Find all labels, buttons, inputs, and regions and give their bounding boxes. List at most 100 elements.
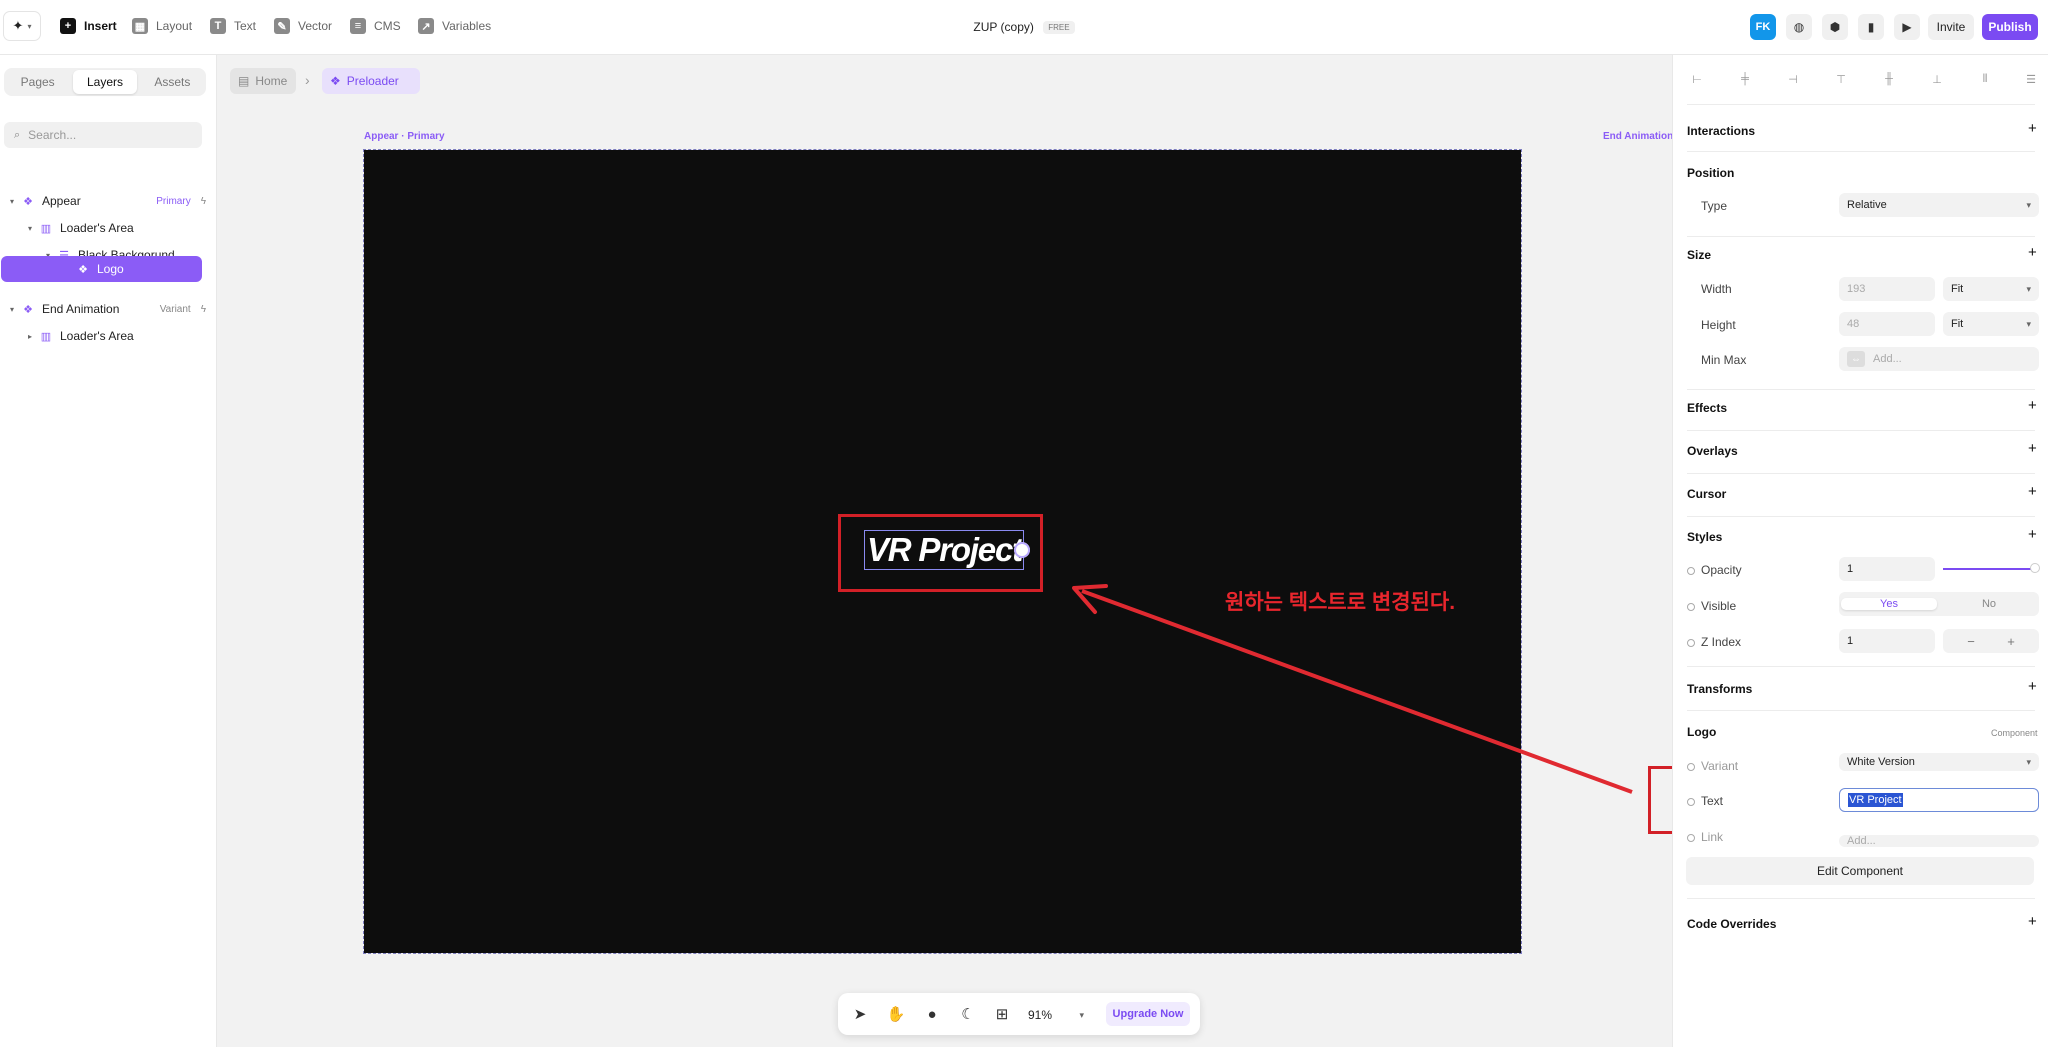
add-interaction-button[interactable]: +	[2028, 120, 2037, 137]
variable-dot-icon[interactable]	[1687, 833, 1695, 842]
upgrade-button[interactable]: Upgrade Now	[1106, 1002, 1190, 1026]
component-tag: Component	[1991, 728, 2038, 738]
section-interactions: Interactions	[1687, 124, 1756, 138]
divider	[1687, 898, 2035, 899]
chevron-down-icon: ▾	[2026, 318, 2031, 329]
minmax-label: Min Max	[1701, 353, 1747, 367]
add-code-override-button[interactable]: +	[2028, 913, 2037, 930]
variant-label: Variant	[1687, 759, 1738, 773]
divider	[1687, 516, 2035, 517]
label-text: Opacity	[1701, 563, 1742, 577]
align-center-h-icon[interactable]: ╪	[1739, 73, 1751, 85]
opacity-slider-thumb[interactable]	[2031, 564, 2039, 572]
width-mode-select[interactable]: Fit ▾	[1943, 277, 2039, 301]
comment-tool-icon[interactable]: ●	[922, 1004, 942, 1024]
height-label: Height	[1701, 318, 1736, 332]
section-position: Position	[1687, 166, 1735, 180]
minus-icon[interactable]: −	[1967, 634, 1975, 649]
label-text: Link	[1701, 830, 1724, 844]
input-placeholder: Add...	[1847, 835, 1876, 847]
select-value: White Version	[1847, 756, 1915, 768]
divider	[1687, 151, 2035, 152]
align-bottom-icon[interactable]: ⊥	[1931, 73, 1943, 86]
add-effect-button[interactable]: +	[2028, 397, 2037, 414]
label-text: Z Index	[1701, 635, 1742, 649]
divider	[1687, 710, 2035, 711]
label-text: Variant	[1701, 759, 1739, 773]
section-code-overrides: Code Overrides	[1687, 917, 1777, 931]
variable-dot-icon[interactable]	[1687, 797, 1695, 806]
right-panel: ⊢ ╪ ⊣ ⊤ ╫ ⊥ ⫴ ☰ Interactions + Position …	[1672, 55, 2048, 1047]
divider	[1687, 666, 2035, 667]
distribute-v-icon[interactable]: ☰	[2025, 73, 2037, 86]
variable-dot-icon[interactable]	[1687, 638, 1695, 647]
hand-tool-icon[interactable]: ✋	[886, 1004, 906, 1024]
add-style-button[interactable]: +	[2028, 526, 2037, 543]
section-transforms: Transforms	[1687, 682, 1753, 696]
chevron-down-icon: ▾	[2026, 283, 2031, 294]
divider	[1687, 389, 2035, 390]
zindex-input[interactable]: 1	[1839, 629, 1935, 653]
align-center-v-icon[interactable]: ╫	[1883, 73, 1895, 85]
height-input[interactable]: 48	[1839, 312, 1935, 336]
edit-component-button[interactable]: Edit Component	[1686, 857, 2034, 885]
dark-mode-icon[interactable]: ☾	[958, 1004, 978, 1024]
zindex-stepper[interactable]: − +	[1943, 629, 2039, 653]
pointer-tool-icon[interactable]: ➤	[850, 1004, 870, 1024]
select-value: Fit	[1951, 318, 1964, 330]
visible-toggle[interactable]: Yes No	[1839, 592, 2039, 616]
align-left-icon[interactable]: ⊢	[1691, 73, 1703, 86]
section-effects: Effects	[1687, 401, 1728, 415]
visible-no[interactable]: No	[1941, 598, 2037, 610]
annotation-text: 원하는 텍스트로 변경된다.	[1225, 591, 1456, 614]
variant-select[interactable]: White Version ▾	[1839, 753, 2039, 771]
logo-text-input[interactable]: VR Project	[1839, 788, 2039, 812]
chevron-down-icon: ▾	[1079, 1009, 1084, 1020]
opacity-slider-track[interactable]	[1943, 568, 2031, 570]
divider	[1687, 104, 2035, 105]
resize-icon: ⇔	[1847, 351, 1865, 367]
select-value: Relative	[1847, 199, 1887, 211]
section-styles: Styles	[1687, 530, 1723, 544]
link-input[interactable]: Add...	[1839, 835, 2039, 847]
chevron-down-icon: ▾	[2026, 756, 2031, 767]
opacity-label: Opacity	[1687, 563, 1742, 577]
add-overlay-button[interactable]: +	[2028, 440, 2037, 457]
width-input[interactable]: 193	[1839, 277, 1935, 301]
align-top-icon[interactable]: ⊤	[1835, 73, 1847, 86]
grid-icon[interactable]: ⊞	[992, 1004, 1012, 1024]
visible-label: Visible	[1687, 599, 1736, 613]
section-cursor: Cursor	[1687, 487, 1727, 501]
variable-dot-icon[interactable]	[1687, 762, 1695, 771]
divider	[1687, 236, 2035, 237]
divider	[1687, 430, 2035, 431]
type-label: Type	[1701, 199, 1728, 213]
add-transform-button[interactable]: +	[2028, 678, 2037, 695]
label-text: Text	[1701, 794, 1724, 808]
bottom-toolbar: ➤ ✋ ● ☾ ⊞ 91% ▾ Upgrade Now	[838, 993, 1200, 1035]
align-right-icon[interactable]: ⊣	[1787, 73, 1799, 86]
divider	[1687, 473, 2035, 474]
section-overlays: Overlays	[1687, 444, 1738, 458]
zoom-value: 91%	[1028, 1008, 1053, 1022]
zoom-select[interactable]: 91% ▾	[1028, 1005, 1084, 1025]
chevron-down-icon: ▾	[2026, 199, 2031, 210]
variable-dot-icon[interactable]	[1687, 566, 1695, 575]
visible-yes[interactable]: Yes	[1841, 598, 1937, 610]
section-size: Size	[1687, 248, 1712, 262]
input-placeholder: Add...	[1873, 353, 1902, 365]
text-label: Text	[1687, 794, 1723, 808]
width-label: Width	[1701, 282, 1732, 296]
label-text: Visible	[1701, 599, 1737, 613]
position-type-select[interactable]: Relative ▾	[1839, 193, 2039, 217]
variable-dot-icon[interactable]	[1687, 602, 1695, 611]
add-size-button[interactable]: +	[2028, 244, 2037, 261]
select-value: Fit	[1951, 283, 1964, 295]
minmax-input[interactable]: ⇔ Add...	[1839, 347, 2039, 371]
opacity-input[interactable]: 1	[1839, 557, 1935, 581]
distribute-h-icon[interactable]: ⫴	[1979, 73, 1991, 85]
add-cursor-button[interactable]: +	[2028, 483, 2037, 500]
plus-icon[interactable]: +	[2007, 634, 2015, 649]
link-label: Link	[1687, 830, 1723, 844]
height-mode-select[interactable]: Fit ▾	[1943, 312, 2039, 336]
